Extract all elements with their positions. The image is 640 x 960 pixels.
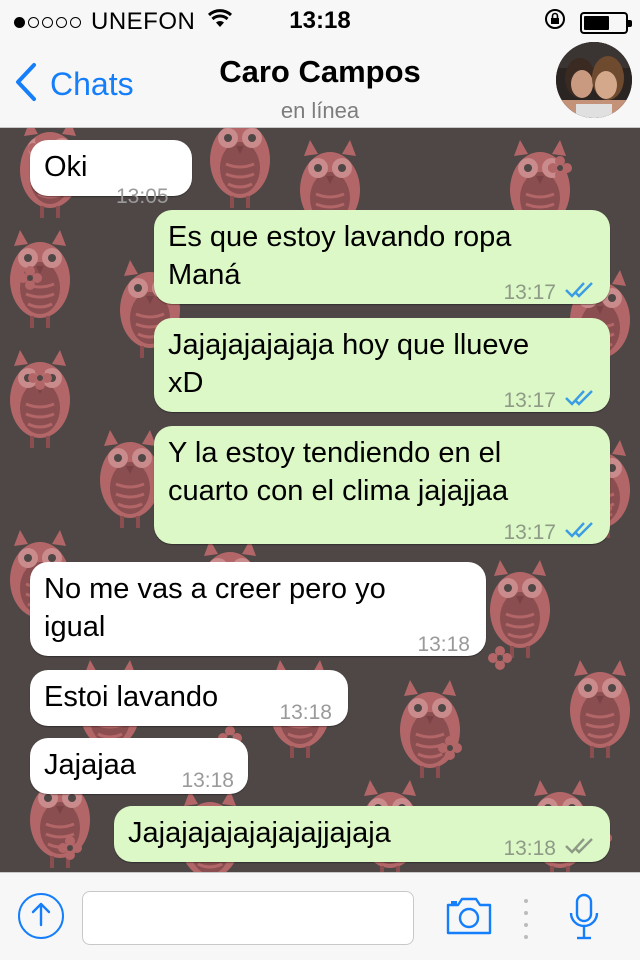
microphone-button[interactable] <box>568 893 600 946</box>
navigation-bar: Chats Caro Campos en línea <box>0 40 640 128</box>
message-text: Jajajaa <box>44 749 136 781</box>
camera-icon <box>444 897 494 941</box>
message-incoming[interactable]: Estoi lavando 13:18 <box>30 670 348 726</box>
message-outgoing[interactable]: Es que estoy lavando ropa Maná 13:17 <box>154 210 610 304</box>
chat-area[interactable]: Oki 13:05 Es que estoy lavando ropa Maná… <box>0 128 640 872</box>
message-incoming[interactable]: Oki 13:05 <box>30 140 192 208</box>
attach-button[interactable] <box>18 893 64 939</box>
message-text: Jajajajajajaja hoy que llueve xD <box>168 329 530 399</box>
separator-dots <box>524 899 528 939</box>
message-time: 13:17 <box>503 389 556 412</box>
status-bar: UNEFON 13:18 <box>0 0 640 40</box>
message-time: 13:18 <box>417 633 470 656</box>
message-outgoing[interactable]: Jajajajajajaja hoy que llueve xD 13:17 <box>154 318 610 412</box>
message-time: 13:05 <box>116 185 169 208</box>
message-text: Oki <box>44 151 88 183</box>
status-right <box>544 8 632 37</box>
message-incoming[interactable]: No me vas a creer pero yo igual 13:18 <box>30 562 486 656</box>
message-time: 13:17 <box>503 521 556 544</box>
contact-name[interactable]: Caro Campos <box>0 54 640 90</box>
message-text: Jajajajajajajajajjajaja <box>128 817 391 849</box>
message-input[interactable] <box>83 892 413 944</box>
message-text: Estoi lavando <box>44 681 219 713</box>
microphone-icon <box>568 893 600 945</box>
presence-status: en línea <box>280 98 360 123</box>
rotation-lock-icon <box>544 8 566 37</box>
camera-button[interactable] <box>444 895 494 942</box>
message-outgoing[interactable]: Jajajajajajajajajjajaja 13:18 <box>114 806 610 862</box>
message-incoming[interactable]: Jajajaa 13:18 <box>30 738 248 794</box>
message-input-bar <box>0 872 640 960</box>
message-time: 13:18 <box>181 769 234 792</box>
message-time: 13:18 <box>503 837 556 860</box>
read-receipt-icon <box>564 514 596 552</box>
contact-avatar[interactable] <box>556 42 632 118</box>
read-receipt-icon <box>564 274 596 312</box>
message-outgoing[interactable]: Y la estoy tendiendo en el cuarto con el… <box>154 426 610 544</box>
message-text-field[interactable] <box>82 891 414 945</box>
message-text: Y la estoy tendiendo en el cuarto con el… <box>168 437 509 507</box>
message-text: No me vas a creer pero yo igual <box>44 573 386 643</box>
read-receipt-icon <box>564 382 596 420</box>
delivered-receipt-icon <box>564 830 596 868</box>
battery-icon <box>580 11 632 34</box>
message-time: 13:18 <box>279 701 332 724</box>
message-time: 13:17 <box>503 281 556 304</box>
upload-arrow-icon <box>30 901 52 932</box>
message-text: Es que estoy lavando ropa Maná <box>168 221 512 291</box>
